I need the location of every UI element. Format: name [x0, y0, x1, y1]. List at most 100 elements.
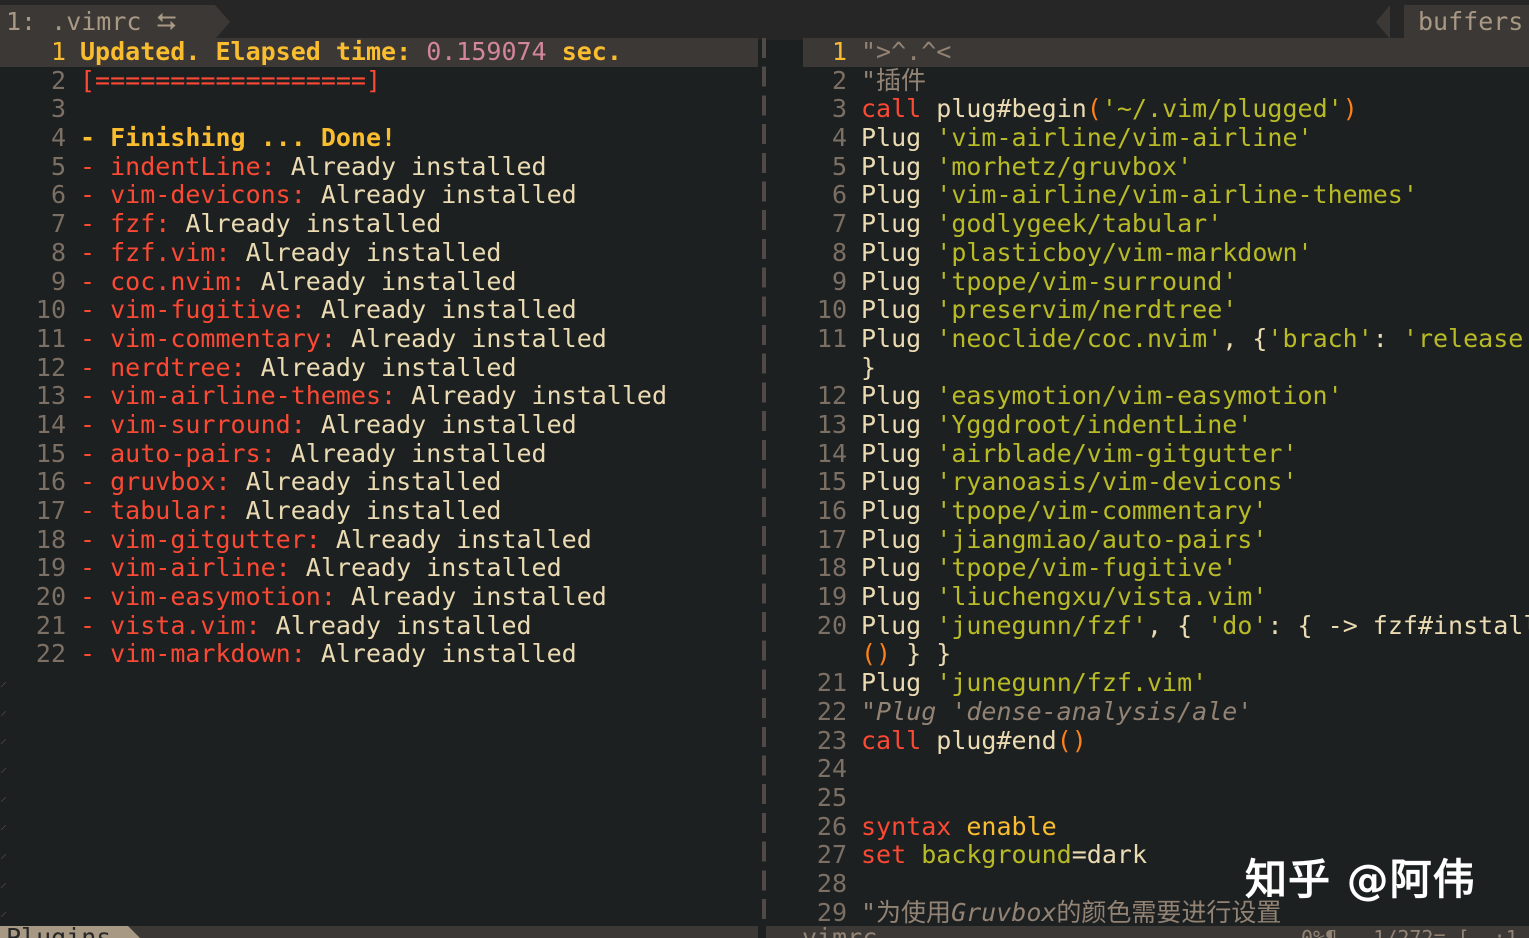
plug-line: 2 [==================] — [50, 66, 382, 95]
plug-line: 15- auto-pairs: Already installed — [0, 440, 758, 469]
buffers-separator-icon — [1376, 5, 1390, 39]
vimrc-pane[interactable]: 1 ">^.^< 2 "插件 3 call plug#begin('~/.vim/pl… — [803, 38, 1529, 927]
line-number: 22 — [35, 640, 66, 669]
code-line: 14 Plug 'airblade/vim-gitgutter' — [816, 439, 1298, 468]
code-line: 26 syntax enable — [816, 812, 1057, 841]
plugin-status: Already installed — [245, 353, 517, 382]
plug-line: 3 — [50, 95, 66, 124]
plug-line: 22- vim-markdown: Already installed — [0, 640, 758, 669]
plug-line: 14- vim-surround: Already installed — [0, 411, 758, 440]
line-number: 10 — [35, 296, 66, 325]
code-line: 2 "插件 — [831, 66, 927, 95]
plugin-status: Already installed — [275, 439, 547, 468]
statusline-right: vimrc 0%¶ 1/272≡ [ :1 — [766, 926, 1529, 938]
plug-line: 5- indentLine: Already installed — [0, 153, 758, 182]
plug-line: 6- vim-devicons: Already installed — [0, 181, 758, 210]
elapsed-unit: sec. — [561, 38, 622, 66]
plugin-status: Already installed — [305, 640, 577, 669]
code-line: 12 Plug 'easymotion/vim-easymotion' — [816, 382, 1343, 411]
plugin-name: vim-commentary: — [110, 324, 336, 353]
line-number: 19 — [35, 554, 66, 583]
plugin-name: vim-airline-themes: — [110, 382, 397, 411]
plugin-name: vim-markdown: — [110, 640, 306, 669]
plugin-name: gruvbox: — [110, 468, 231, 497]
code-line: 10 Plug 'preservim/nerdtree' — [816, 296, 1238, 325]
code-line: 6 Plug 'vim-airline/vim-airline-themes' — [831, 181, 1418, 210]
line-number: 6 — [50, 181, 66, 210]
statusline-left: Plugins — [0, 926, 758, 938]
plugin-status: Already installed — [230, 238, 502, 267]
plugin-name: vista.vim: — [110, 611, 261, 640]
code-line: 15 Plug 'ryanoasis/vim-devicons' — [816, 468, 1298, 497]
plug-line: 21- vista.vim: Already installed — [0, 612, 758, 641]
plugin-name: indentLine: — [110, 152, 276, 181]
code-line: 16 Plug 'tpope/vim-commentary' — [816, 497, 1268, 525]
line-number: 1 — [50, 38, 66, 66]
plugin-name: vim-airline: — [110, 554, 291, 583]
tabline: 1: .vimrc ⮀ buffers — [0, 0, 1529, 40]
plug-line: 18- vim-gitgutter: Already installed — [0, 526, 758, 555]
plugin-name: fzf: — [110, 210, 171, 239]
line-number: 21 — [35, 611, 66, 640]
plugin-status: Already installed — [335, 583, 607, 612]
tab-separator-icon — [215, 5, 230, 39]
progress-bar: [==================] — [80, 66, 382, 95]
plugin-name: fzf.vim: — [110, 238, 231, 267]
statusline-filename: vimrc — [802, 926, 877, 938]
plugin-name: vim-gitgutter: — [110, 525, 321, 554]
plugin-status: Already installed — [305, 296, 577, 325]
line-number: 12 — [35, 353, 66, 382]
plugin-status: Already installed — [245, 267, 517, 296]
plugin-name: coc.nvim: — [110, 267, 246, 296]
code-line: 3 call plug#begin('~/.vim/plugged') — [831, 95, 1358, 124]
line-number: 16 — [35, 468, 66, 497]
code-line: 4 Plug 'vim-airline/vim-airline' — [831, 124, 1313, 153]
tab-vimrc[interactable]: 1: .vimrc ⮀ — [0, 5, 215, 39]
code-line: 24 — [816, 755, 847, 784]
plug-output-pane[interactable]: 1 Updated. Elapsed time: 0.159074 sec. 2[… — [0, 38, 758, 669]
plugin-name: vim-easymotion: — [110, 583, 336, 612]
code-line-wrap: () } } — [861, 640, 952, 669]
buffers-tab[interactable]: buffers — [1404, 5, 1529, 39]
code-line: 20 Plug 'junegunn/fzf', { 'do': { -> fzf#… — [816, 611, 1529, 640]
code-line: 17 Plug 'jiangmiao/auto-pairs' — [816, 525, 1268, 554]
plug-line: 20- vim-easymotion: Already installed — [0, 583, 758, 612]
plugin-status: Already installed — [335, 324, 607, 353]
plug-line: 7- fzf: Already installed — [0, 210, 758, 239]
plugin-name: tabular: — [110, 497, 231, 525]
line-number: 17 — [35, 497, 66, 525]
plugin-status: Already installed — [305, 410, 577, 439]
line-number: 11 — [35, 324, 66, 353]
line-number: 14 — [35, 410, 66, 439]
statusline-position: 0%¶ 1/272≡ [ :1 — [1301, 926, 1518, 938]
code-line: 9 Plug 'tpope/vim-surround' — [831, 267, 1238, 296]
plugin-status: Already installed — [396, 382, 668, 411]
plugin-name: vim-fugitive: — [110, 296, 306, 325]
plugin-name: nerdtree: — [110, 353, 246, 382]
plug-line: 1 Updated. Elapsed time: 0.159074 sec. — [0, 38, 758, 67]
code-line: 19 Plug 'liuchengxu/vista.vim' — [816, 583, 1268, 612]
code-line: 5 Plug 'morhetz/gruvbox' — [831, 152, 1193, 181]
finishing-message: - Finishing ... Done! — [80, 124, 397, 153]
plugin-status: Already installed — [230, 497, 502, 525]
plugin-status: Already installed — [260, 611, 532, 640]
plug-line: 4- Finishing ... Done! — [50, 124, 397, 153]
code-line-wrap: } — [861, 353, 877, 382]
plug-line: 12- nerdtree: Already installed — [0, 354, 758, 383]
plugin-name: vim-devicons: — [110, 181, 306, 210]
line-number: 20 — [35, 583, 66, 612]
plug-line: 13- vim-airline-themes: Already installe… — [0, 382, 758, 411]
plugin-name: vim-surround: — [110, 410, 306, 439]
code-line: 21 Plug 'junegunn/fzf.vim' — [816, 669, 1208, 698]
line-number: 15 — [35, 439, 66, 468]
vertical-split[interactable] — [762, 38, 766, 926]
plug-line: 9- coc.nvim: Already installed — [0, 268, 758, 297]
code-line: 11 Plug 'neoclide/coc.nvim', {'brach': 'r… — [816, 324, 1524, 353]
code-line: 23 call plug#end() — [816, 726, 1087, 755]
line-number: 5 — [50, 152, 66, 181]
line-number: 7 — [50, 210, 66, 239]
plug-line: 8- fzf.vim: Already installed — [0, 239, 758, 268]
watermark: 知乎 @阿伟 — [1245, 855, 1476, 904]
code-line: 13 Plug 'Yggdroot/indentLine' — [816, 410, 1253, 439]
plugin-name: auto-pairs: — [110, 439, 276, 468]
